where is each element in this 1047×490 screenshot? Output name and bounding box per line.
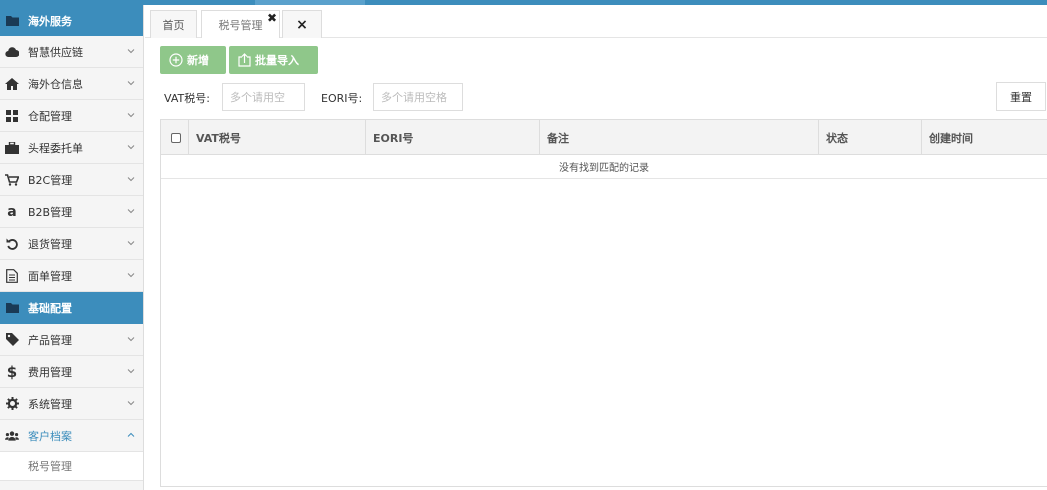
sidebar-section-label: 海外服务: [28, 14, 72, 28]
chevron-down-icon: [127, 273, 135, 278]
sidebar-item-supply-chain[interactable]: 智慧供应链: [0, 36, 143, 68]
tag-icon: [5, 333, 19, 347]
tab-bar: 首页 税号管理 ✖ ×: [145, 5, 1047, 38]
tab-close-icon[interactable]: ✖: [267, 11, 277, 25]
sidebar-subitem-tax-id[interactable]: 税号管理: [0, 452, 143, 481]
empty-table-message: 没有找到匹配的记录: [161, 155, 1047, 179]
folder-icon: [6, 15, 19, 26]
add-button-label: 新增: [187, 54, 209, 67]
sidebar-section-overseas[interactable]: 海外服务: [0, 5, 143, 36]
add-button[interactable]: 新增: [160, 46, 226, 74]
sidebar-section-basic-config[interactable]: 基础配置: [0, 292, 143, 324]
amazon-icon: a: [7, 203, 17, 220]
folder-icon: [6, 303, 19, 313]
select-all-cell: [161, 120, 189, 155]
sidebar-item-system[interactable]: 系统管理: [0, 388, 143, 420]
sidebar-item-overseas-warehouse[interactable]: 海外仓信息: [0, 68, 143, 100]
gear-icon: [5, 397, 19, 411]
users-icon: [5, 429, 19, 443]
col-header-eori[interactable]: EORI号: [366, 120, 540, 155]
dollar-icon: $: [6, 362, 18, 381]
vat-label: VAT税号:: [164, 92, 210, 105]
sidebar-item-label: 智慧供应链: [28, 45, 83, 59]
sidebar-item-products[interactable]: 产品管理: [0, 324, 143, 356]
sidebar-item-returns[interactable]: 退货管理: [0, 228, 143, 260]
data-table: VAT税号 EORI号 备注 状态 创建时间 没有找到匹配的记录: [160, 119, 1047, 487]
sidebar-item-customer-files[interactable]: 客户档案: [0, 420, 143, 452]
col-header-created[interactable]: 创建时间: [922, 120, 1047, 155]
briefcase-icon: [5, 141, 19, 155]
col-header-status[interactable]: 状态: [819, 120, 922, 155]
cloud-icon: [5, 45, 19, 59]
sidebar-section-label: 基础配置: [28, 302, 72, 315]
chevron-down-icon: [127, 113, 135, 118]
plus-circle-icon: [169, 53, 183, 67]
home-icon: [5, 77, 19, 91]
table-header: VAT税号 EORI号 备注 状态 创建时间: [161, 120, 1047, 155]
upload-icon: [238, 53, 251, 67]
grid-icon: [5, 109, 19, 123]
chevron-down-icon: [127, 81, 135, 86]
chevron-down-icon: [127, 145, 135, 150]
cart-icon: [5, 173, 19, 187]
close-all-icon: ×: [296, 16, 308, 33]
chevron-down-icon: [127, 369, 135, 374]
reset-button-label: 重置: [1010, 90, 1032, 104]
chevron-down-icon: [127, 49, 135, 54]
chevron-down-icon: [127, 401, 135, 406]
close-all-tabs-button[interactable]: ×: [282, 10, 322, 38]
sidebar-subitem-label: 税号管理: [28, 460, 72, 473]
chevron-up-icon: [127, 432, 135, 437]
tab-tax-id[interactable]: 税号管理 ✖: [201, 10, 280, 38]
sidebar-item-label: 面单管理: [28, 269, 72, 283]
sidebar: 海外服务 智慧供应链 海外仓信息 仓配管理 头程委托单 B2C管理 a B2B管…: [0, 5, 144, 490]
chevron-down-icon: [127, 177, 135, 182]
reset-button[interactable]: 重置: [996, 82, 1046, 111]
sidebar-item-label: 仓配管理: [28, 109, 72, 123]
sidebar-item-label: 费用管理: [28, 365, 72, 379]
col-header-vat[interactable]: VAT税号: [189, 120, 366, 155]
sidebar-item-labels[interactable]: 面单管理: [0, 260, 143, 292]
sidebar-item-label: B2C管理: [28, 173, 73, 187]
chevron-down-icon: [127, 337, 135, 342]
sidebar-item-label: B2B管理: [28, 205, 73, 219]
batch-import-label: 批量导入: [255, 54, 299, 67]
vat-input[interactable]: [222, 83, 305, 111]
batch-import-button[interactable]: 批量导入: [229, 46, 318, 74]
tab-home[interactable]: 首页: [150, 10, 197, 38]
undo-icon: [5, 237, 19, 251]
col-header-remark[interactable]: 备注: [540, 120, 819, 155]
eori-input[interactable]: [373, 83, 463, 111]
sidebar-item-label: 头程委托单: [28, 141, 83, 155]
sidebar-item-label: 退货管理: [28, 237, 72, 251]
sidebar-item-fees[interactable]: $ 费用管理: [0, 356, 143, 388]
chevron-down-icon: [127, 241, 135, 246]
sidebar-item-label: 产品管理: [28, 333, 72, 347]
sidebar-item-b2c[interactable]: B2C管理: [0, 164, 143, 196]
sidebar-item-b2b[interactable]: a B2B管理: [0, 196, 143, 228]
sidebar-item-label: 系统管理: [28, 397, 72, 411]
chevron-down-icon: [127, 209, 135, 214]
eori-label: EORI号:: [321, 92, 363, 105]
sidebar-item-label: 客户档案: [28, 429, 72, 443]
sidebar-item-warehouse-dist[interactable]: 仓配管理: [0, 100, 143, 132]
select-all-checkbox[interactable]: [171, 132, 181, 143]
tab-label: 首页: [162, 18, 185, 32]
tab-label: 税号管理: [218, 18, 263, 32]
sidebar-item-label: 海外仓信息: [28, 77, 83, 91]
document-icon: [5, 268, 19, 283]
sidebar-item-first-leg[interactable]: 头程委托单: [0, 132, 143, 164]
